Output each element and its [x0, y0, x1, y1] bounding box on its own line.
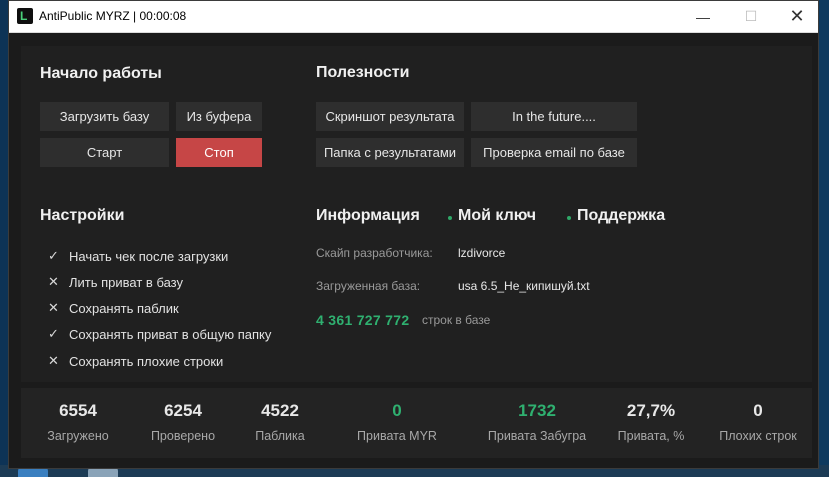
start-section-title: Начало работы	[40, 65, 162, 82]
stat-label: Паблика	[255, 429, 305, 443]
main-panel: Начало работы Загрузить базу Из буфера С…	[21, 46, 812, 382]
stat-private-percent: 27,7% Привата, %	[596, 388, 706, 458]
stat-loaded: 6554 Загружено	[23, 388, 133, 458]
check-icon: ✓	[48, 248, 59, 263]
skype-label: Скайп разработчика:	[316, 246, 433, 260]
stat-value: 0	[753, 401, 763, 420]
tab-separator-dot	[448, 216, 452, 220]
stat-value: 4522	[261, 401, 299, 420]
tools-section-title: Полезности	[316, 64, 410, 81]
stop-button[interactable]: Стоп	[176, 138, 262, 167]
load-db-button[interactable]: Загрузить базу	[40, 102, 169, 131]
cross-icon: ✕	[48, 353, 59, 368]
minimize-button[interactable]: —	[680, 1, 726, 32]
results-folder-button[interactable]: Папка с результатами	[316, 138, 464, 167]
check-email-button[interactable]: Проверка email по базе	[471, 138, 637, 167]
check-icon: ✓	[48, 326, 59, 341]
title-bar[interactable]: L AntiPublic MYRZ | 00:00:08 — ☐ ✕	[9, 1, 818, 33]
cross-icon: ✕	[48, 274, 59, 289]
window-title: AntiPublic MYRZ | 00:00:08	[39, 9, 187, 23]
settings-section-title: Настройки	[40, 207, 125, 224]
stat-label: Плохих строк	[719, 429, 797, 443]
app-window: L AntiPublic MYRZ | 00:00:08 — ☐ ✕ Начал…	[8, 0, 819, 469]
line-count-suffix: строк в базе	[422, 313, 491, 327]
setting-label: Сохранять паблик	[69, 300, 179, 316]
setting-push-private[interactable]: ✕ Лить приват в базу	[48, 273, 183, 291]
stat-public: 4522 Паблика	[225, 388, 335, 458]
stat-label: Загружено	[47, 429, 109, 443]
stat-label: Проверено	[150, 429, 216, 443]
stat-label: Привата Забугра	[487, 429, 587, 443]
setting-label: Начать чек после загрузки	[69, 248, 229, 264]
stat-label: Привата MYR	[357, 429, 437, 443]
stat-private-abroad: 1732 Привата Забугра	[467, 388, 607, 458]
stat-value: 0	[392, 401, 402, 420]
stat-value: 1732	[518, 401, 556, 420]
db-value: usa 6.5_Не_кипишуй.txt	[458, 279, 590, 293]
line-count: 4 361 727 772	[316, 312, 410, 328]
setting-label: Сохранять приват в общую папку	[69, 326, 272, 342]
stat-checked: 6254 Проверено	[128, 388, 238, 458]
from-clipboard-button[interactable]: Из буфера	[176, 102, 262, 131]
tab-support[interactable]: Поддержка	[577, 207, 665, 225]
skype-value: lzdivorce	[458, 246, 506, 260]
setting-auto-check[interactable]: ✓ Начать чек после загрузки	[48, 247, 228, 265]
setting-save-private-common[interactable]: ✓ Сохранять приват в общую папку	[48, 325, 271, 343]
setting-save-public[interactable]: ✕ Сохранять паблик	[48, 299, 179, 317]
stat-private-myr: 0 Привата MYR	[334, 388, 460, 458]
close-button[interactable]: ✕	[774, 1, 820, 32]
screenshot-result-button[interactable]: Скриншот результата	[316, 102, 464, 131]
tab-separator-dot	[567, 216, 571, 220]
stat-value: 27,7%	[626, 401, 676, 420]
stat-value: 6254	[164, 401, 202, 420]
setting-label: Лить приват в базу	[69, 274, 183, 290]
db-label: Загруженная база:	[316, 279, 421, 293]
stats-bar: 6554 Загружено 6254 Проверено 4522 Пабли…	[21, 388, 812, 458]
cross-icon: ✕	[48, 300, 59, 315]
maximize-button[interactable]: ☐	[728, 1, 774, 32]
start-button[interactable]: Старт	[40, 138, 169, 167]
setting-save-bad-lines[interactable]: ✕ Сохранять плохие строки	[48, 352, 223, 370]
tab-info[interactable]: Информация	[316, 207, 420, 225]
app-logo-icon: L	[17, 8, 33, 24]
stat-value: 6554	[59, 401, 97, 420]
future-button[interactable]: In the future....	[471, 102, 637, 131]
setting-label: Сохранять плохие строки	[69, 353, 224, 369]
stat-label: Привата, %	[617, 429, 685, 443]
tab-my-key[interactable]: Мой ключ	[458, 207, 536, 225]
stat-bad-lines: 0 Плохих строк	[703, 388, 813, 458]
